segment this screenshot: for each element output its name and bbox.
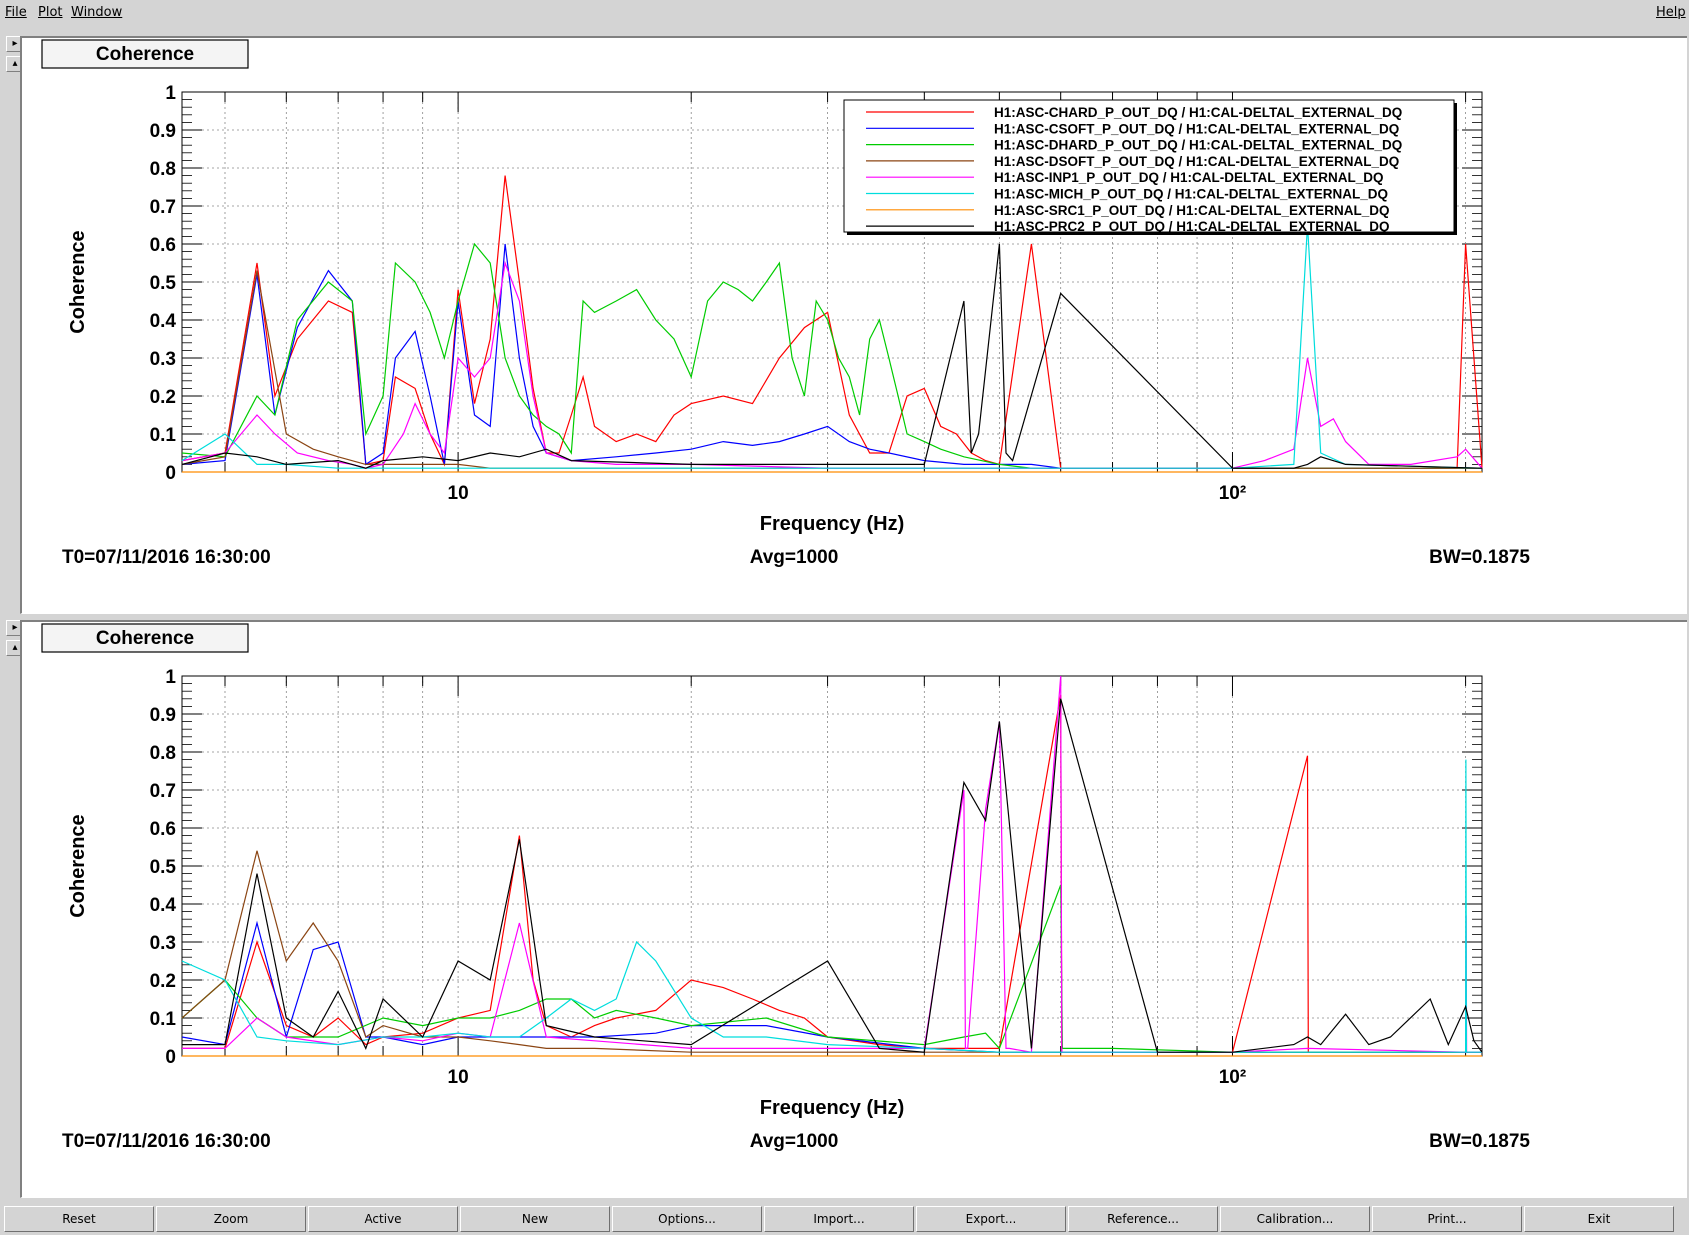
y-axis-label: Coherence — [67, 230, 89, 333]
y-tick-label: 0.4 — [150, 311, 177, 332]
menu-window[interactable]: Window — [71, 5, 122, 20]
y-tick-label: 0 — [165, 1047, 176, 1068]
button-reference[interactable]: Reference... — [1068, 1206, 1218, 1232]
y-tick-label: 0.3 — [150, 349, 176, 370]
x-tick-label: 10² — [1219, 483, 1246, 504]
button-calibration[interactable]: Calibration... — [1220, 1206, 1370, 1232]
footer-avg: Avg=1000 — [750, 1131, 839, 1152]
menu-help[interactable]: Help — [1656, 5, 1686, 20]
footer-t0: T0=07/11/2016 16:30:00 — [62, 1131, 271, 1152]
legend-entry: H1:ASC-CSOFT_P_OUT_DQ / H1:CAL-DELTAL_EX… — [994, 121, 1399, 136]
y-tick-label: 0.6 — [150, 819, 176, 840]
y-tick-label: 0.6 — [150, 235, 176, 256]
button-import[interactable]: Import... — [764, 1206, 914, 1232]
x-tick-label: 10 — [448, 1067, 469, 1088]
plot-panel-bottom[interactable]: Coherence 0 0.1 0.2 0.3 0.4 0.5 0.6 0.7 0.8 0.9 1 10… — [20, 620, 1687, 1198]
y-tick-label: 0.9 — [150, 705, 176, 726]
y-axis-label: Coherence — [67, 814, 89, 917]
menu-file[interactable]: File — [5, 5, 27, 20]
footer-t0: T0=07/11/2016 16:30:00 — [62, 547, 271, 568]
button-exit[interactable]: Exit — [1524, 1206, 1674, 1232]
button-zoom[interactable]: Zoom — [156, 1206, 306, 1232]
button-print[interactable]: Print... — [1372, 1206, 1522, 1232]
panel-title: Coherence — [96, 44, 194, 65]
menu-plot[interactable]: Plot — [38, 5, 63, 20]
y-tick-label: 0.9 — [150, 121, 176, 142]
footer-bw: BW=0.1875 — [1429, 547, 1530, 568]
y-tick-label: 1 — [165, 83, 176, 104]
legend-entry: H1:ASC-SRC1_P_OUT_DQ / H1:CAL-DELTAL_EXT… — [994, 203, 1390, 218]
x-tick-label: 10 — [448, 483, 469, 504]
button-reset[interactable]: Reset — [4, 1206, 154, 1232]
y-tick-label: 0.5 — [150, 273, 177, 294]
y-tick-label: 0 — [165, 463, 176, 484]
button-options[interactable]: Options... — [612, 1206, 762, 1232]
button-active[interactable]: Active — [308, 1206, 458, 1232]
y-tick-label: 0.3 — [150, 933, 176, 954]
menu-bar: File Plot Window Help — [0, 0, 1689, 26]
y-tick-label: 1 — [165, 667, 176, 688]
legend-entry: H1:ASC-MICH_P_OUT_DQ / H1:CAL-DELTAL_EXT… — [994, 187, 1388, 202]
y-tick-label: 0.2 — [150, 971, 176, 992]
legend-entry: H1:ASC-DHARD_P_OUT_DQ / H1:CAL-DELTAL_EX… — [994, 138, 1402, 153]
y-tick-label: 0.7 — [150, 781, 176, 802]
button-new[interactable]: New — [460, 1206, 610, 1232]
coherence-chart-top[interactable]: Coherence 0 0.1 0.2 0.3 0.4 0.5 0.6 0.7 0.8 0.9 1 10… — [22, 38, 1687, 613]
x-axis-label: Frequency (Hz) — [760, 1097, 904, 1119]
legend-entry: H1:ASC-CHARD_P_OUT_DQ / H1:CAL-DELTAL_EX… — [994, 105, 1402, 120]
plot-panel-top[interactable]: Coherence 0 0.1 0.2 0.3 0.4 0.5 0.6 0.7 0.8 0.9 1 10… — [20, 36, 1687, 614]
y-tick-label: 0.5 — [150, 857, 177, 878]
x-tick-label: 10² — [1219, 1067, 1246, 1088]
y-tick-label: 0.8 — [150, 743, 176, 764]
footer-bw: BW=0.1875 — [1429, 1131, 1530, 1152]
y-tick-label: 0.8 — [150, 159, 176, 180]
y-tick-label: 0.2 — [150, 387, 176, 408]
button-export[interactable]: Export... — [916, 1206, 1066, 1232]
plot-area — [181, 675, 1483, 1057]
panel-title: Coherence — [96, 628, 194, 649]
control-button-bar: Reset Zoom Active New Options... Import... Exp… — [0, 1203, 1689, 1235]
legend-entry: H1:ASC-PRC2_P_OUT_DQ / H1:CAL-DELTAL_EXT… — [994, 219, 1390, 234]
coherence-chart-bottom[interactable]: Coherence 0 0.1 0.2 0.3 0.4 0.5 0.6 0.7 0.8 0.9 1 10… — [22, 622, 1687, 1197]
legend-entry: H1:ASC-DSOFT_P_OUT_DQ / H1:CAL-DELTAL_EX… — [994, 154, 1399, 169]
y-tick-label: 0.4 — [150, 895, 177, 916]
y-tick-label: 0.7 — [150, 197, 176, 218]
footer-avg: Avg=1000 — [750, 547, 839, 568]
y-tick-label: 0.1 — [150, 425, 177, 446]
y-tick-label: 0.1 — [150, 1009, 177, 1030]
x-axis-label: Frequency (Hz) — [760, 513, 904, 535]
legend-entry: H1:ASC-INP1_P_OUT_DQ / H1:CAL-DELTAL_EXT… — [994, 170, 1384, 185]
legend: H1:ASC-CHARD_P_OUT_DQ / H1:CAL-DELTAL_EX… — [843, 99, 1457, 235]
